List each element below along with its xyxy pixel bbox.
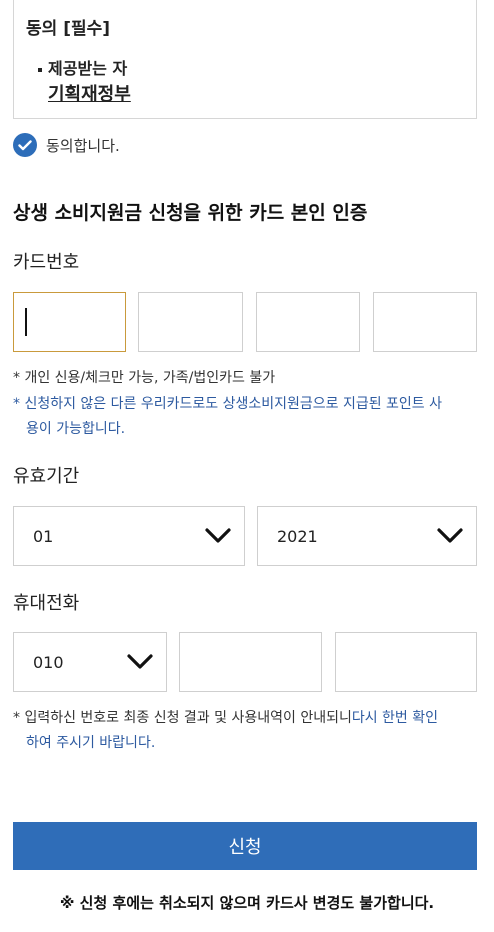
phone-last-input[interactable] xyxy=(335,632,477,692)
expiry-year-value: 2021 xyxy=(277,527,318,546)
card-number-field-3[interactable] xyxy=(257,293,359,351)
phone-last-field[interactable] xyxy=(336,633,476,691)
section-title: 상생 소비지원금 신청을 위한 카드 본인 인증 xyxy=(13,202,368,224)
recipient-value: 기획재정부 xyxy=(48,84,131,105)
phone-label: 휴대전화 xyxy=(13,593,80,614)
bullet-icon xyxy=(38,67,42,72)
phone-note-line2: 하여 주시기 바랍니다. xyxy=(26,735,156,751)
phone-middle-input[interactable] xyxy=(179,632,322,692)
phone-note-blue: 다시 한번 확인 xyxy=(351,710,439,726)
text-caret xyxy=(25,308,27,336)
expiry-year-select[interactable]: 2021 xyxy=(257,506,477,566)
phone-note-line1: * 입력하신 번호로 최종 신청 결과 및 사용내역이 안내되니다시 한번 확인 xyxy=(13,706,438,731)
card-note-2-line1: * 신청하지 않은 다른 우리카드로도 상생소비지원금으로 지급된 포인트 사 xyxy=(13,396,442,412)
consent-title: 동의 [필수] xyxy=(26,19,111,39)
phone-middle-field[interactable] xyxy=(180,633,321,691)
agree-label: 동의합니다. xyxy=(46,136,120,155)
expiry-month-select[interactable]: 01 xyxy=(13,506,245,566)
chevron-down-icon xyxy=(204,525,232,551)
card-number-label: 카드번호 xyxy=(13,252,80,273)
final-notice: ※ 신청 후에는 취소되지 않으며 카드사 변경도 불가합니다. xyxy=(59,894,435,912)
checkmark-icon[interactable] xyxy=(13,133,37,157)
card-number-field-2[interactable] xyxy=(139,293,242,351)
card-number-field-4[interactable] xyxy=(374,293,476,351)
card-number-input-2[interactable] xyxy=(138,292,243,352)
phone-prefix-value: 010 xyxy=(33,653,64,672)
recipient-label: 제공받는 자 xyxy=(38,55,127,79)
recipient-label-text: 제공받는 자 xyxy=(48,59,128,78)
card-number-input-3[interactable] xyxy=(256,292,360,352)
card-number-input-4[interactable] xyxy=(373,292,477,352)
chevron-down-icon xyxy=(436,525,464,551)
expiry-label: 유효기간 xyxy=(13,466,80,487)
phone-note-gray: * 입력하신 번호로 최종 신청 결과 및 사용내역이 안내되니 xyxy=(13,710,352,726)
phone-prefix-select[interactable]: 010 xyxy=(13,632,167,692)
card-note-2-line2: 용이 가능합니다. xyxy=(26,421,126,437)
card-note-1: * 개인 신용/체크만 가능, 가족/법인카드 불가 xyxy=(13,370,276,386)
agree-checkbox[interactable]: 동의합니다. xyxy=(13,133,120,157)
expiry-month-value: 01 xyxy=(33,527,54,546)
chevron-down-icon xyxy=(126,651,154,677)
card-number-input-1[interactable] xyxy=(13,292,126,352)
submit-button[interactable]: 신청 xyxy=(13,822,477,870)
